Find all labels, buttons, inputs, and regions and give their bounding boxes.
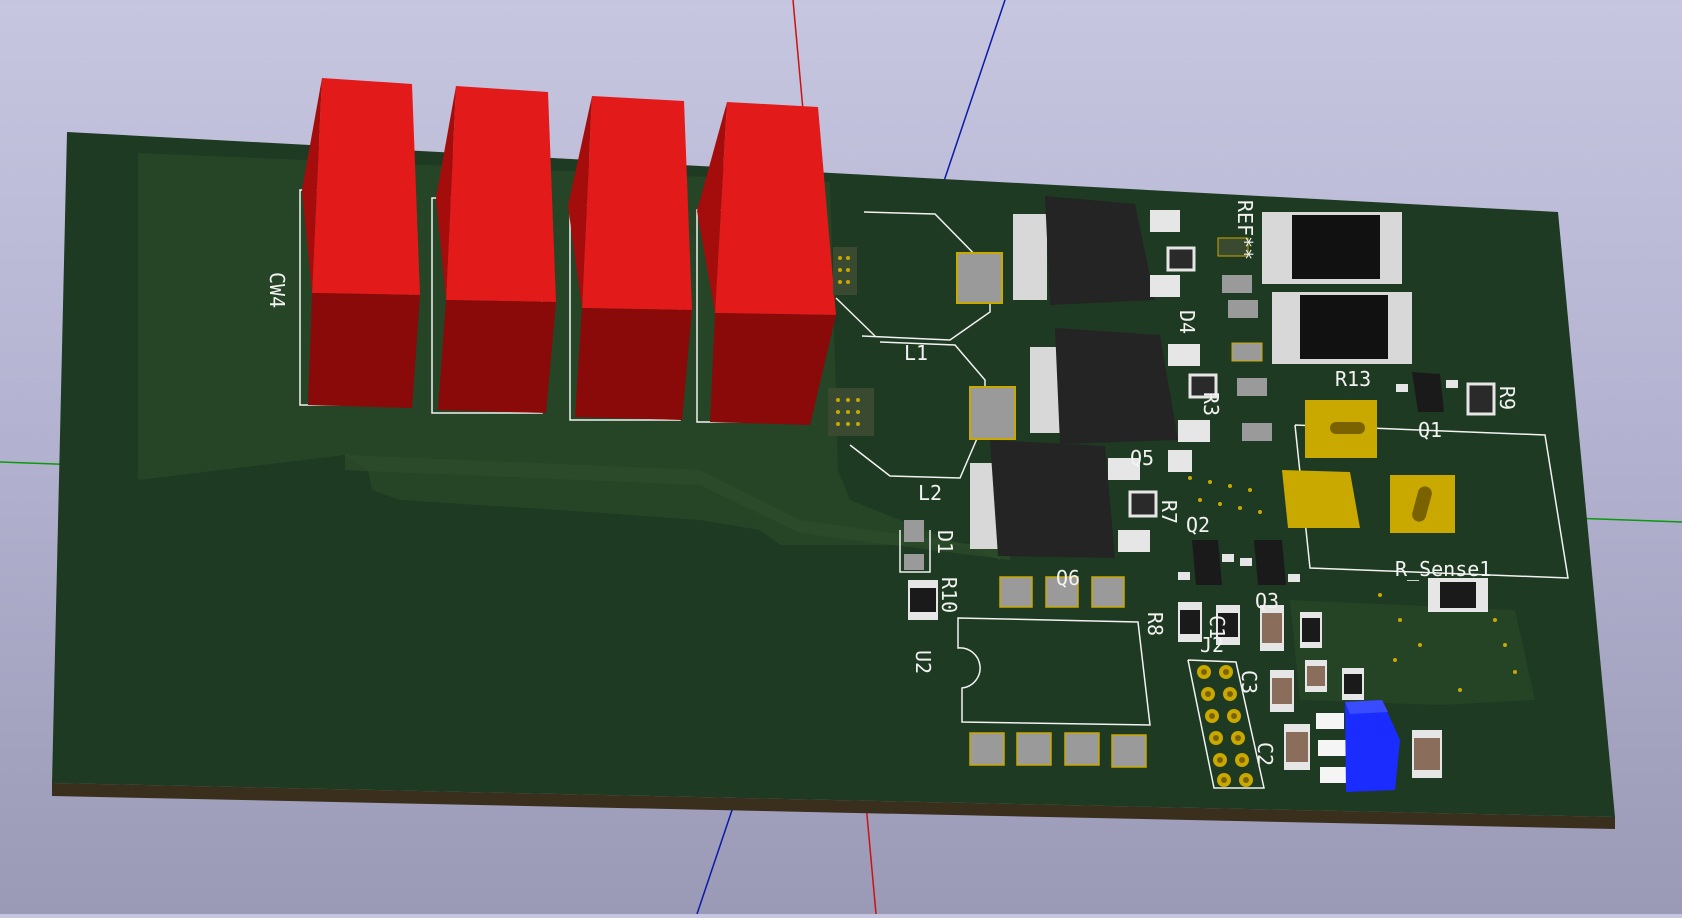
trimmer-potentiometer[interactable]: [1316, 700, 1400, 792]
label-u2: U2: [911, 650, 935, 674]
label-r-sense1: R_Sense1: [1395, 557, 1491, 581]
resistor-r10[interactable]: [908, 580, 938, 620]
label-c1: C1: [1205, 615, 1229, 639]
label-q3: Q3: [1255, 589, 1279, 613]
film-capacitor-cw4[interactable]: [302, 78, 420, 408]
label-c2: C2: [1253, 742, 1277, 766]
label-c3: C3: [1237, 670, 1261, 694]
label-q2: Q2: [1186, 513, 1210, 537]
power-resistor-r13-a[interactable]: [1262, 212, 1402, 284]
label-l2: L2: [918, 481, 942, 505]
resistor-r-sense-smd[interactable]: [1428, 578, 1488, 612]
label-d1: D1: [933, 530, 957, 554]
label-d4: D4: [1175, 310, 1199, 334]
label-cw4: CW4: [265, 272, 289, 308]
label-r3: R3: [1199, 392, 1223, 416]
film-capacitor-2[interactable]: [436, 86, 556, 413]
label-ref: REF**: [1233, 200, 1257, 260]
label-r8: R8: [1143, 612, 1167, 636]
power-resistor-r13-b[interactable]: [1272, 292, 1412, 364]
label-q1: Q1: [1418, 418, 1442, 442]
film-capacitor-4[interactable]: [697, 102, 836, 425]
label-r7: R7: [1157, 500, 1181, 524]
label-q5: Q5: [1130, 446, 1154, 470]
film-capacitor-3[interactable]: [568, 96, 692, 420]
label-r9: R9: [1495, 386, 1519, 410]
3d-viewer-canvas[interactable]: CW4 L1 L2 REF** D4 R13 R9 Q1 Q2 R7 Q6 D1…: [0, 0, 1682, 915]
label-l1: L1: [904, 341, 928, 365]
label-r10: R10: [937, 577, 961, 613]
resistor-r9[interactable]: [1466, 382, 1496, 416]
label-r13: R13: [1335, 367, 1371, 391]
label-q6: Q6: [1056, 566, 1080, 590]
